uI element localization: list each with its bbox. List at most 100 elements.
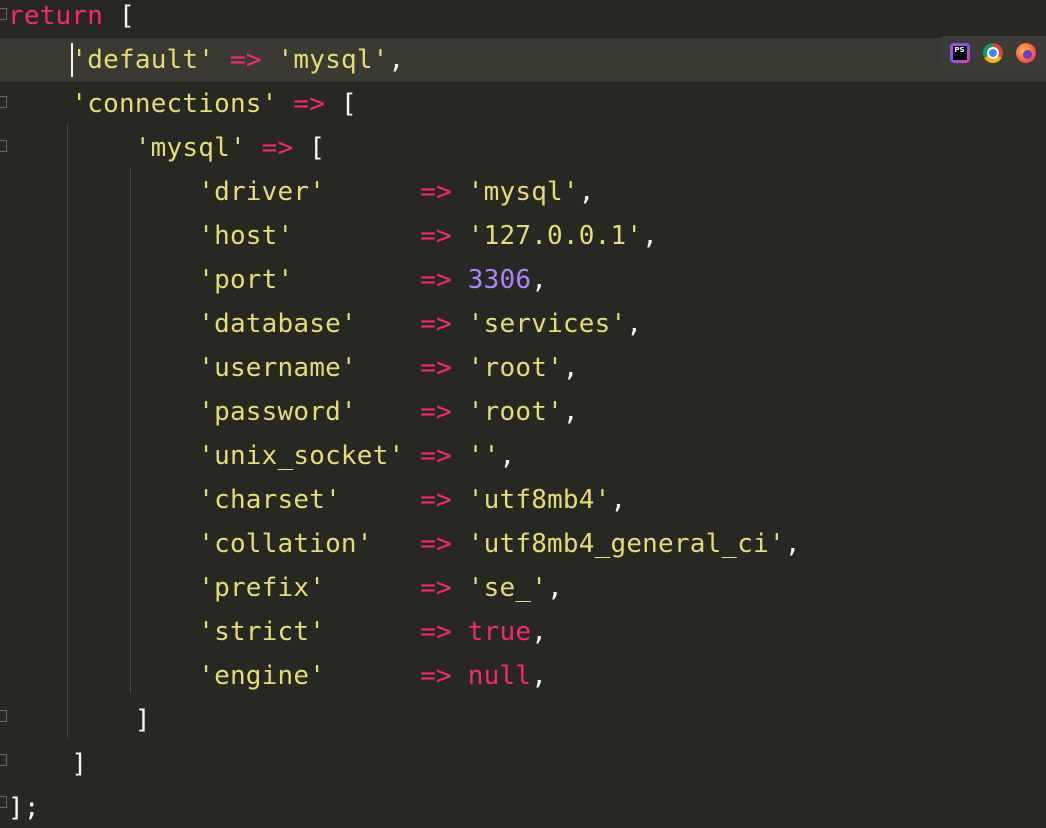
code-token: 'charset' — [198, 485, 341, 515]
code-editor[interactable]: return [ 'default' => 'mysql', 'connecti… — [0, 0, 1046, 828]
open-in-browser-bar: PS — [940, 36, 1046, 70]
chrome-icon[interactable] — [982, 43, 1003, 63]
code-token: , — [531, 617, 548, 647]
code-line[interactable]: 'mysql' => [ — [0, 126, 1046, 170]
phpstorm-icon[interactable]: PS — [950, 43, 971, 63]
code-line-text: ] — [8, 742, 87, 786]
code-line-text: 'driver' => 'mysql', — [8, 170, 595, 214]
code-token: 'services' — [467, 309, 627, 339]
code-line-text: 'unix_socket' => '', — [8, 434, 515, 478]
code-line[interactable]: 'database' => 'services', — [0, 302, 1046, 346]
code-token: 'unix_socket' — [198, 441, 405, 471]
code-line[interactable]: 'strict' => true, — [0, 610, 1046, 654]
code-line[interactable]: 'engine' => null, — [0, 654, 1046, 698]
code-token: , — [562, 397, 579, 427]
code-token: , — [531, 265, 548, 295]
code-line[interactable]: 'prefix' => 'se_', — [0, 566, 1046, 610]
code-line[interactable]: ] — [0, 698, 1046, 742]
code-line-text: 'connections' => [ — [8, 82, 357, 126]
code-token: [ — [103, 1, 135, 31]
code-token: => — [420, 661, 452, 691]
code-token: , — [547, 573, 563, 603]
code-line-text: 'engine' => null, — [8, 654, 547, 698]
code-token: , — [642, 221, 659, 251]
code-line[interactable]: 'password' => 'root', — [0, 390, 1046, 434]
code-token: 'mysql' — [134, 133, 246, 163]
code-line[interactable]: 'port' => 3306, — [0, 258, 1046, 302]
code-line[interactable]: 'charset' => 'utf8mb4', — [0, 478, 1046, 522]
code-token: => — [420, 573, 452, 603]
code-line[interactable]: 'unix_socket' => '', — [0, 434, 1046, 478]
code-token: => — [420, 309, 452, 339]
code-token: [ — [325, 89, 357, 119]
code-token: 'strict' — [198, 617, 326, 647]
code-token: '' — [467, 441, 500, 471]
code-token: , — [784, 529, 801, 559]
text-caret — [71, 43, 73, 77]
firefox-icon[interactable] — [1015, 43, 1036, 63]
code-token: => — [420, 485, 452, 515]
code-line[interactable]: return [ — [0, 0, 1046, 38]
code-token: => — [420, 617, 452, 647]
code-line[interactable]: 'connections' => [ — [0, 82, 1046, 126]
phpstorm-icon-label: PS — [953, 46, 968, 60]
code-token: ] — [8, 749, 88, 779]
code-token: 3306 — [467, 265, 532, 295]
code-line-text: 'host' => '127.0.0.1', — [8, 214, 658, 258]
code-token: null — [467, 661, 532, 691]
code-token: 'se_' — [467, 573, 548, 603]
code-line-text: 'database' => 'services', — [8, 302, 642, 346]
code-token: , — [626, 309, 643, 339]
code-line[interactable]: 'collation' => 'utf8mb4_general_ci', — [0, 522, 1046, 566]
code-token: true — [467, 617, 532, 647]
code-token: => — [420, 221, 452, 251]
code-token: 'driver' — [198, 177, 326, 207]
code-token: '127.0.0.1' — [467, 221, 643, 251]
code-line[interactable]: 'username' => 'root', — [0, 346, 1046, 390]
code-token: ] — [8, 705, 151, 735]
code-line-text: 'password' => 'root', — [8, 390, 579, 434]
code-line[interactable]: 'host' => '127.0.0.1', — [0, 214, 1046, 258]
code-line-text: 'collation' => 'utf8mb4_general_ci', — [8, 522, 801, 566]
code-line[interactable]: 'default' => 'mysql', — [0, 38, 1046, 82]
code-token: 'host' — [198, 221, 294, 251]
chrome-icon-center — [986, 47, 999, 59]
code-token: 'username' — [198, 353, 357, 383]
code-token: , — [578, 177, 595, 207]
code-line[interactable]: ] — [0, 742, 1046, 786]
code-line[interactable]: ]; — [0, 786, 1046, 828]
code-token: => — [420, 265, 452, 295]
code-line[interactable]: 'driver' => 'mysql', — [0, 170, 1046, 214]
code-token: 'utf8mb4_general_ci' — [467, 529, 785, 559]
code-token: , — [562, 353, 579, 383]
code-token: 'prefix' — [198, 573, 326, 603]
